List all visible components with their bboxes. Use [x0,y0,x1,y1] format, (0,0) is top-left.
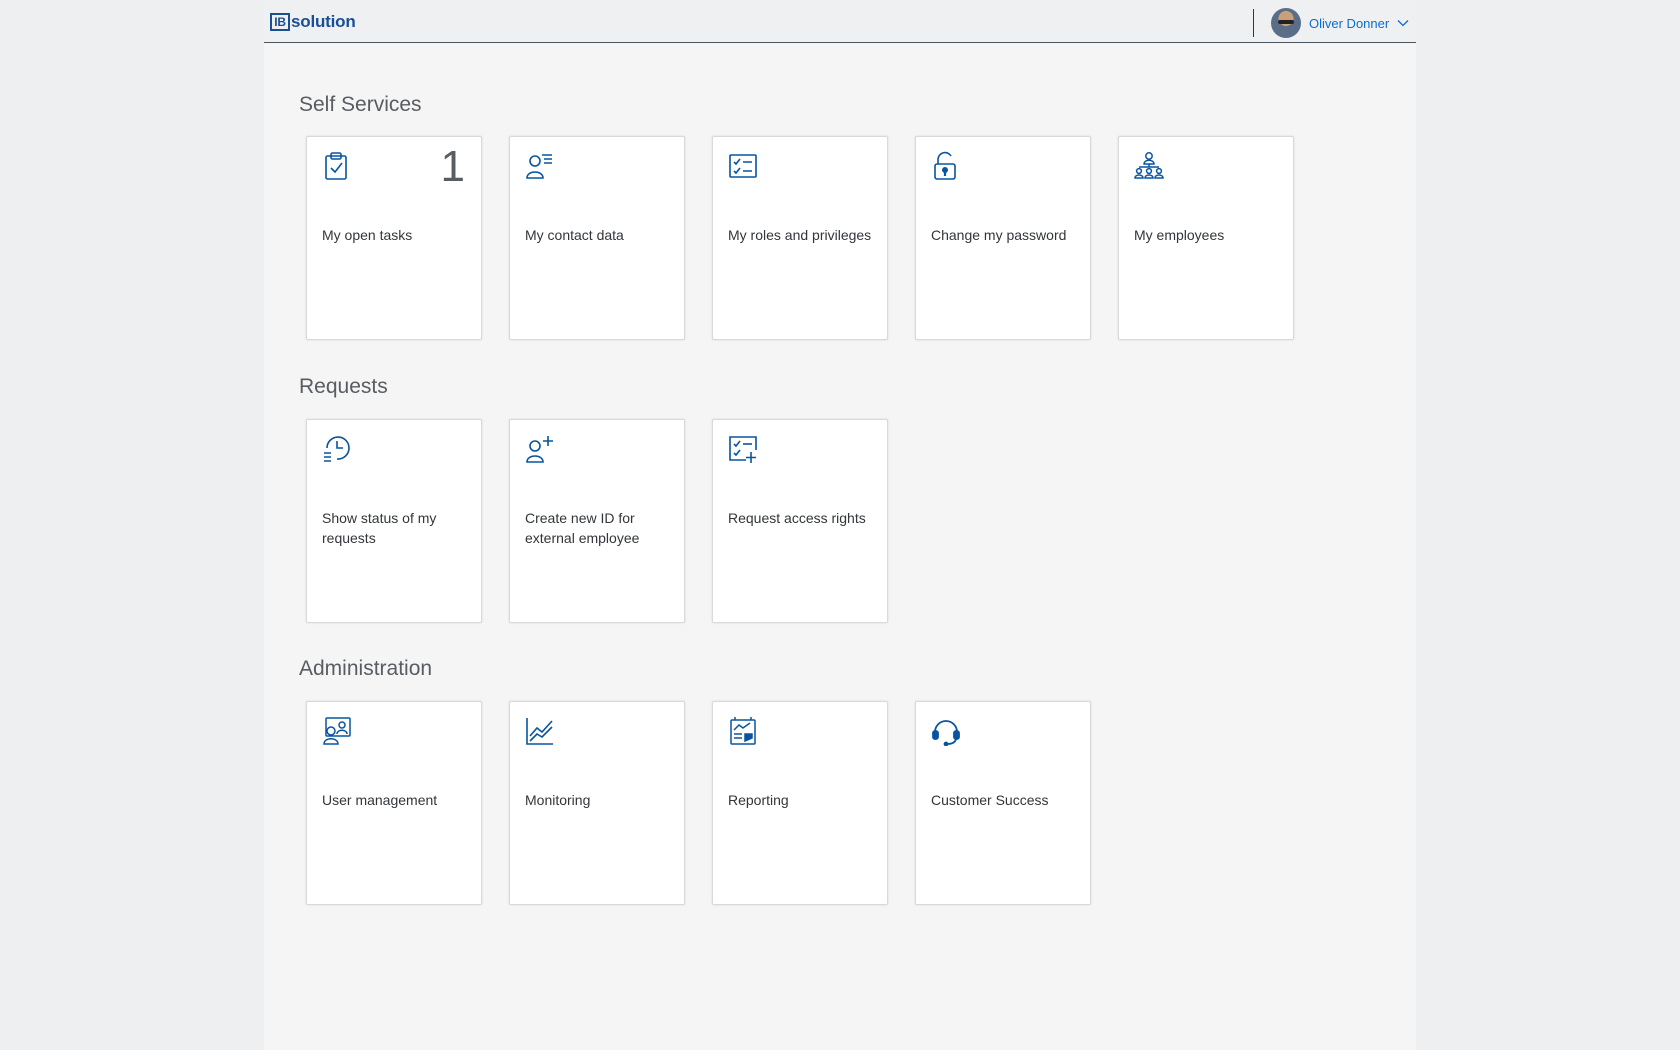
tile-label: Monitoring [525,792,591,808]
checklist-add-icon [728,434,757,464]
tile-monitoring[interactable]: Monitoring [509,701,685,905]
tile-user-management[interactable]: User management [306,701,482,905]
tile-label: My open tasks [322,227,413,243]
tile-create-new-id[interactable]: Create new ID for external employee [509,419,685,623]
section-title-requests: Requests [299,375,388,398]
launchpad-shell: IB solution Oliver Donner Self Services … [264,0,1416,1050]
tile-change-my-password[interactable]: Change my password [915,136,1091,340]
tile-label: Change my password [931,227,1067,243]
chevron-down-icon [1397,17,1409,29]
tile-label: Reporting [728,792,789,808]
tile-my-employees[interactable]: My employees [1118,136,1294,340]
person-list-icon [525,151,553,181]
header-divider [1253,9,1254,37]
headset-icon [931,716,960,746]
checklist-icon [728,151,757,181]
org-chart-icon [1134,151,1164,181]
open-tasks-count: 1 [440,142,465,191]
avatar [1271,8,1301,38]
user-name: Oliver Donner [1309,15,1390,31]
unlocked-icon [931,151,959,181]
tile-label: My roles and privileges [728,227,872,243]
tile-label: Request access rights [728,510,866,526]
shell-header: IB solution Oliver Donner [264,0,1416,43]
tile-label: My employees [1134,227,1225,243]
tile-request-access-rights[interactable]: Request access rights [712,419,888,623]
logo-text: solution [291,12,356,31]
company-logo[interactable]: IB solution [270,12,356,32]
section-title-self-services: Self Services [299,93,422,116]
tile-label: Create new ID for external employee [525,510,640,546]
user-menu[interactable]: Oliver Donner [1271,8,1409,38]
history-list-icon [322,434,350,464]
tile-customer-success[interactable]: Customer Success [915,701,1091,905]
tile-my-roles-and-privileges[interactable]: My roles and privileges [712,136,888,340]
tile-show-status-of-my-requests[interactable]: Show status of my requests [306,419,482,623]
line-chart-icon [525,716,553,746]
tile-label: Customer Success [931,792,1049,808]
tile-my-open-tasks[interactable]: 1 My open tasks [306,136,482,340]
report-icon [728,716,756,746]
logo-mark: IB [270,13,290,31]
clipboard-check-icon [322,151,350,181]
user-management-icon [322,716,351,746]
tile-label: Show status of my requests [322,510,437,546]
tile-reporting[interactable]: Reporting [712,701,888,905]
tile-label: User management [322,792,438,808]
tile-my-contact-data[interactable]: My contact data [509,136,685,340]
section-title-administration: Administration [299,657,433,680]
tile-label: My contact data [525,227,624,243]
add-person-icon [525,434,553,464]
